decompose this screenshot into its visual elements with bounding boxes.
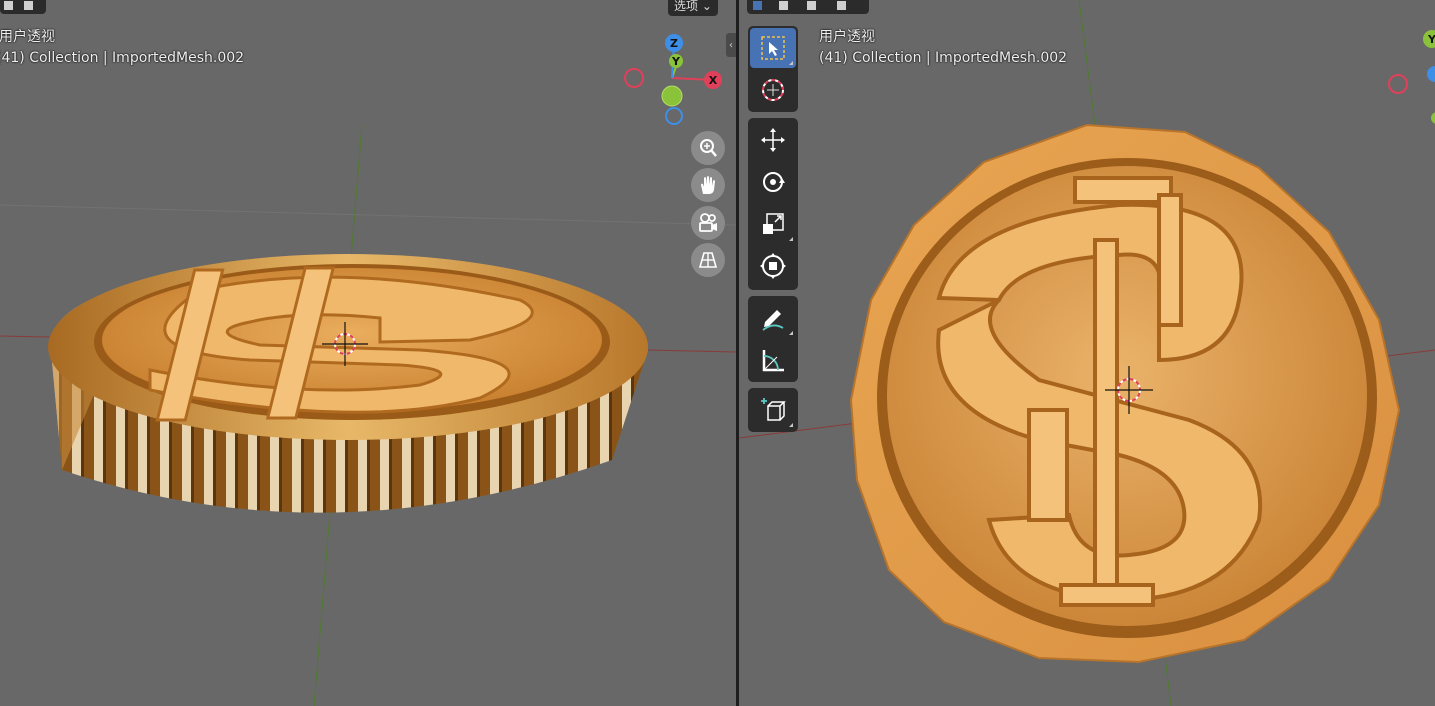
tool-group-select bbox=[748, 26, 798, 112]
perspective-toggle-button[interactable] bbox=[691, 243, 725, 277]
rotate-icon bbox=[763, 172, 785, 192]
move-icon bbox=[761, 128, 785, 152]
perspective-grid-icon bbox=[698, 252, 718, 268]
select-box-tool[interactable] bbox=[750, 28, 796, 68]
gizmo-y-axis[interactable]: Y bbox=[669, 54, 683, 68]
cursor-tool[interactable] bbox=[750, 70, 796, 110]
navigation-gizmo[interactable]: Z Y X bbox=[620, 30, 730, 130]
header-mode-buttons[interactable] bbox=[0, 0, 46, 14]
add-cube-icon bbox=[761, 398, 786, 421]
zoom-button[interactable] bbox=[691, 131, 725, 165]
right-3d-viewport[interactable]: 用户透视 (41) Collection | ImportedMesh.002 … bbox=[739, 0, 1435, 706]
gizmo-x-axis[interactable]: X bbox=[704, 71, 722, 89]
view-name: 用户透视 bbox=[0, 29, 55, 45]
measure-icon bbox=[762, 350, 784, 372]
sidebar-toggle[interactable]: ‹ bbox=[726, 33, 736, 57]
chevron-down-icon: ⌄ bbox=[701, 0, 712, 13]
zoom-icon bbox=[700, 139, 717, 157]
tool-group-transform bbox=[748, 118, 798, 290]
options-dropdown-label: 选项 bbox=[674, 0, 699, 13]
annotate-tool[interactable] bbox=[750, 298, 796, 338]
scale-icon bbox=[763, 213, 784, 234]
gizmo-y-axis[interactable]: Y bbox=[1423, 30, 1435, 48]
cursor-icon bbox=[762, 79, 784, 101]
view-name: 用户透视 bbox=[819, 29, 875, 45]
gizmo-z-axis[interactable]: Z bbox=[665, 34, 683, 52]
add-cube-tool[interactable] bbox=[750, 390, 796, 430]
measure-tool[interactable] bbox=[750, 340, 796, 380]
move-tool[interactable] bbox=[750, 120, 796, 160]
chevron-left-icon: ‹ bbox=[729, 39, 733, 51]
tool-group-annotate bbox=[748, 296, 798, 382]
header-select-mode-buttons[interactable] bbox=[747, 0, 869, 14]
select-box-icon bbox=[761, 36, 785, 60]
camera-view-button[interactable] bbox=[691, 206, 725, 240]
navigation-gizmo[interactable]: Y bbox=[1379, 28, 1435, 128]
right-scene bbox=[739, 0, 1435, 706]
camera-icon bbox=[699, 213, 717, 232]
y-axis-line bbox=[1078, 0, 1098, 141]
left-3d-viewport[interactable]: 选项 ⌄ 用户透视 (41) Collection | ImportedMesh… bbox=[0, 0, 736, 706]
rotate-tool[interactable] bbox=[750, 162, 796, 202]
collection-info: (41) Collection | ImportedMesh.002 bbox=[819, 50, 1068, 66]
annotate-icon bbox=[762, 310, 784, 331]
options-dropdown[interactable]: 选项 ⌄ bbox=[668, 0, 718, 16]
pan-button[interactable] bbox=[691, 168, 725, 202]
transform-icon bbox=[760, 253, 786, 279]
hand-pan-icon bbox=[701, 176, 715, 194]
scale-tool[interactable] bbox=[750, 204, 796, 244]
tool-group-add bbox=[748, 388, 798, 432]
collection-info: (41) Collection | ImportedMesh.002 bbox=[0, 50, 245, 66]
transform-tool[interactable] bbox=[750, 246, 796, 286]
